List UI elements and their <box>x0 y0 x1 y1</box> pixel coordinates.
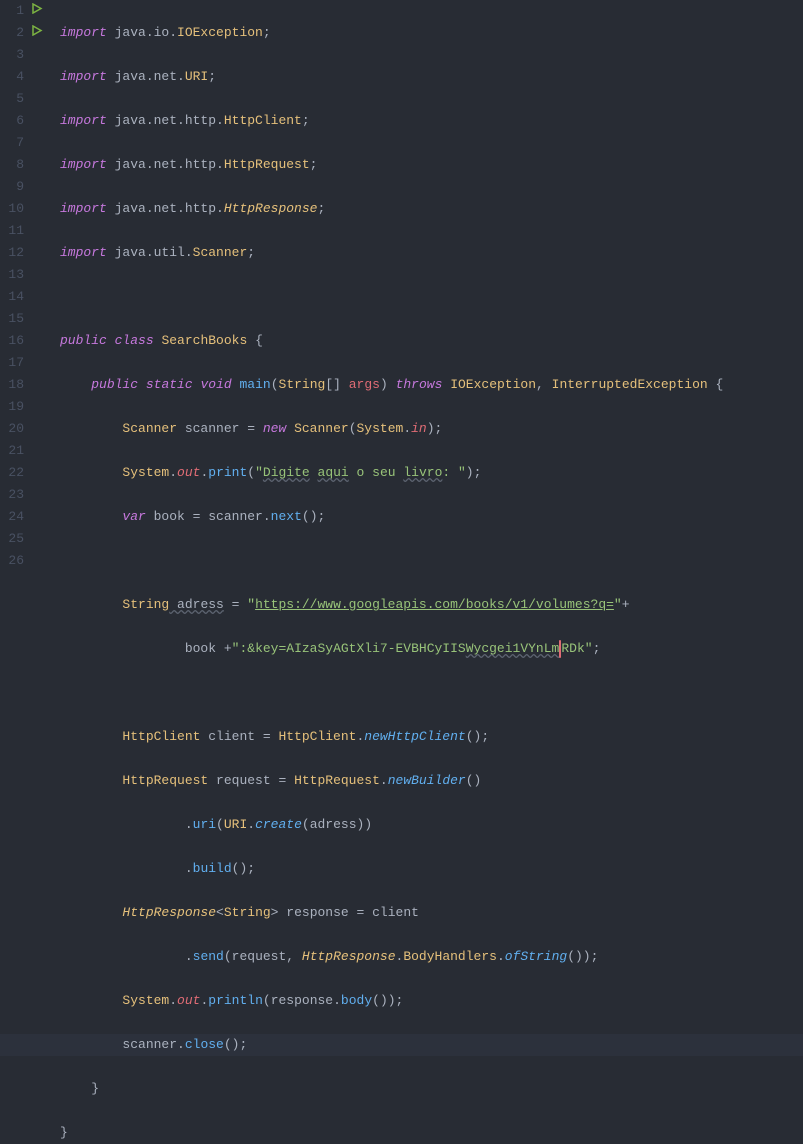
line-number: 26 <box>4 550 24 572</box>
code-line: Scanner scanner = new Scanner(System.in)… <box>60 418 803 440</box>
code-line <box>60 682 803 704</box>
code-line: import java.io.IOException; <box>60 22 803 44</box>
code-line: } <box>60 1078 803 1100</box>
code-line: .send(request, HttpResponse.BodyHandlers… <box>60 946 803 968</box>
line-number: 6 <box>4 110 24 132</box>
code-line: System.out.print("Digite aqui o seu livr… <box>60 462 803 484</box>
code-line: HttpRequest request = HttpRequest.newBui… <box>60 770 803 792</box>
code-line: System.out.println(response.body()); <box>60 990 803 1012</box>
line-number: 15 <box>4 308 24 330</box>
line-number: 1 <box>4 0 24 22</box>
line-number: 21 <box>4 440 24 462</box>
code-line: import java.net.http.HttpResponse; <box>60 198 803 220</box>
line-number: 8 <box>4 154 24 176</box>
line-number-gutter: 1 2 3 4 5 6 7 8 9 10 11 12 13 14 15 16 1… <box>0 0 32 572</box>
code-line: HttpClient client = HttpClient.newHttpCl… <box>60 726 803 748</box>
line-number: 5 <box>4 88 24 110</box>
line-number: 13 <box>4 264 24 286</box>
code-line: import java.net.URI; <box>60 66 803 88</box>
line-number: 17 <box>4 352 24 374</box>
line-number: 25 <box>4 528 24 550</box>
line-number: 7 <box>4 132 24 154</box>
run-gutter <box>32 0 52 572</box>
line-number: 19 <box>4 396 24 418</box>
code-line: HttpResponse<String> response = client <box>60 902 803 924</box>
code-line: import java.net.http.HttpClient; <box>60 110 803 132</box>
code-line: import java.util.Scanner; <box>60 242 803 264</box>
code-line: } <box>60 1122 803 1144</box>
line-number: 4 <box>4 66 24 88</box>
code-line: public static void main(String[] args) t… <box>60 374 803 396</box>
line-number: 10 <box>4 198 24 220</box>
line-number: 9 <box>4 176 24 198</box>
code-line: var book = scanner.next(); <box>60 506 803 528</box>
code-line: scanner.close(); <box>60 1034 803 1056</box>
line-number: 22 <box>4 462 24 484</box>
line-number: 24 <box>4 506 24 528</box>
line-number: 2 <box>4 22 24 44</box>
code-area[interactable]: import java.io.IOException; import java.… <box>52 0 803 572</box>
code-line: .build(); <box>60 858 803 880</box>
line-number: 14 <box>4 286 24 308</box>
code-line: public class SearchBooks { <box>60 330 803 352</box>
line-number: 3 <box>4 44 24 66</box>
line-number: 12 <box>4 242 24 264</box>
code-editor: 1 2 3 4 5 6 7 8 9 10 11 12 13 14 15 16 1… <box>0 0 803 572</box>
code-line: .uri(URI.create(adress)) <box>60 814 803 836</box>
line-number: 18 <box>4 374 24 396</box>
line-number: 16 <box>4 330 24 352</box>
line-number: 20 <box>4 418 24 440</box>
run-icon[interactable] <box>32 25 43 36</box>
code-line: book +":&key=AIzaSyAGtXli7-EVBHCyIISWycg… <box>60 638 803 660</box>
line-number: 11 <box>4 220 24 242</box>
code-line: String adress = "https://www.googleapis.… <box>60 594 803 616</box>
code-line: import java.net.http.HttpRequest; <box>60 154 803 176</box>
run-icon[interactable] <box>32 3 43 14</box>
line-number: 23 <box>4 484 24 506</box>
code-line <box>60 286 803 308</box>
code-line <box>60 550 803 572</box>
